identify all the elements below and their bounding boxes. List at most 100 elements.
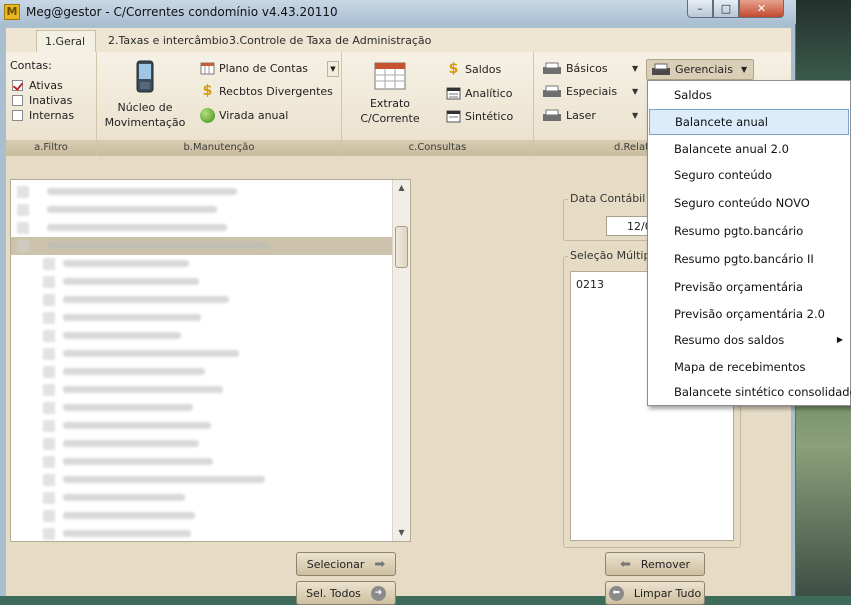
app-logo-icon: M xyxy=(4,4,20,20)
button-label: Selecionar xyxy=(306,557,365,571)
virada-anual-button[interactable]: Virada anual xyxy=(200,108,288,123)
plano-de-contas-button[interactable]: Plano de Contas xyxy=(200,61,308,76)
tree-row[interactable] xyxy=(11,255,393,273)
checkbox-label: Ativas xyxy=(29,79,63,92)
menu-item-resumo-pgto-bancario-ii[interactable]: Resumo pgto.bancário II xyxy=(649,246,849,272)
tab-taxas-intercambio[interactable]: 2.Taxas e intercâmbio xyxy=(108,34,229,47)
report-table-icon xyxy=(446,87,461,100)
tree-row[interactable] xyxy=(11,273,393,291)
group-label-manutencao: b.Manutenção xyxy=(97,140,341,156)
tree-row[interactable] xyxy=(11,327,393,345)
printer-icon xyxy=(652,63,670,75)
sel-todos-button[interactable]: Sel. Todos ➜ xyxy=(296,581,396,605)
button-label: Saldos xyxy=(465,63,502,76)
menu-item-saldos[interactable]: Saldos xyxy=(649,82,849,108)
group-label-consultas: c.Consultas xyxy=(342,140,533,156)
report-table-icon xyxy=(446,110,461,123)
tree-row[interactable] xyxy=(11,183,393,201)
table-grid-icon xyxy=(200,62,215,75)
tree-row-selected[interactable] xyxy=(11,237,393,255)
tree-row[interactable] xyxy=(11,453,393,471)
remover-button[interactable]: ⬅ Remover xyxy=(605,552,705,576)
condominium-tree[interactable]: ▲ ▼ xyxy=(10,179,411,542)
button-label: Limpar Tudo xyxy=(633,586,702,600)
minimize-button[interactable]: – xyxy=(687,0,713,18)
menu-item-mapa-recebimentos[interactable]: Mapa de recebimentos xyxy=(649,354,849,380)
tree-row[interactable] xyxy=(11,345,393,363)
dollar-icon: $ xyxy=(202,83,213,99)
menu-item-previsao-orcamentaria[interactable]: Previsão orçamentária xyxy=(649,274,849,300)
especiais-dropdown-icon[interactable]: ▼ xyxy=(632,87,638,96)
checkbox-label: Inativas xyxy=(29,94,73,107)
menu-item-seguro-conteudo[interactable]: Seguro conteúdo xyxy=(649,162,849,188)
list-item[interactable]: 0213 xyxy=(576,278,604,291)
tree-row[interactable] xyxy=(11,381,393,399)
tree-row[interactable] xyxy=(11,471,393,489)
menu-item-previsao-orcamentaria-2[interactable]: Previsão orçamentária 2.0 xyxy=(649,301,849,327)
big-button-label: Extrato C/Corrente xyxy=(360,97,420,125)
contas-label: Contas: xyxy=(10,59,52,72)
checkbox-label: Internas xyxy=(29,109,75,122)
button-label: Recbtos Divergentes xyxy=(219,85,333,98)
tree-row[interactable] xyxy=(11,417,393,435)
button-label: Gerenciais xyxy=(675,63,733,76)
close-button[interactable]: ✕ xyxy=(739,0,784,18)
gerenciais-button[interactable]: Gerenciais ▼ xyxy=(646,59,755,80)
tree-row[interactable] xyxy=(11,507,393,525)
tree-scrollbar[interactable]: ▲ ▼ xyxy=(392,180,410,541)
tab-geral[interactable]: 1.Geral xyxy=(36,30,97,52)
selecionar-button[interactable]: Selecionar ➡ xyxy=(296,552,396,576)
tree-row[interactable] xyxy=(11,309,393,327)
plano-contas-dropdown-arrow[interactable]: ▼ xyxy=(327,61,339,77)
menu-item-resumo-pgto-bancario[interactable]: Resumo pgto.bancário xyxy=(649,218,849,244)
gerenciais-dropdown-icon: ▼ xyxy=(740,65,748,74)
scroll-up-icon[interactable]: ▲ xyxy=(393,180,410,196)
checkbox-internas[interactable]: Internas xyxy=(12,109,74,122)
saldos-button[interactable]: $ Saldos xyxy=(446,61,502,77)
circle-arrow-right-icon: ➜ xyxy=(370,585,386,601)
group-manutencao: Núcleo de Movimentação Plano de Contas ▼… xyxy=(97,52,342,156)
tree-row[interactable] xyxy=(11,525,393,541)
extrato-ccorrente-button[interactable]: Extrato C/Corrente xyxy=(352,60,428,126)
green-orb-icon xyxy=(200,108,215,123)
button-label: Especiais xyxy=(566,85,618,98)
gerenciais-dropdown-menu: Saldos Balancete anual Balancete anual 2… xyxy=(647,80,851,406)
tree-row[interactable] xyxy=(11,363,393,381)
button-label: Laser xyxy=(566,109,596,122)
recbtos-divergentes-button[interactable]: $ Recbtos Divergentes xyxy=(200,84,333,99)
menu-item-balancete-sintetico-consolidado[interactable]: Balancete sintético consolidado xyxy=(649,379,851,405)
window-title: Meg@gestor - C/Correntes condomínio v4.4… xyxy=(26,5,338,19)
menu-item-balancete-anual-2[interactable]: Balancete anual 2.0 xyxy=(649,136,849,162)
scroll-down-icon[interactable]: ▼ xyxy=(393,525,410,541)
tree-row[interactable] xyxy=(11,219,393,237)
tab-strip: 1.Geral 2.Taxas e intercâmbio 3.Controle… xyxy=(6,28,791,53)
menu-item-label: Resumo dos saldos xyxy=(674,333,785,347)
dollar-icon: $ xyxy=(448,61,459,77)
laser-dropdown-icon[interactable]: ▼ xyxy=(632,111,638,120)
checkbox-empty-icon xyxy=(12,110,23,121)
laser-button[interactable]: Laser xyxy=(542,108,596,123)
button-label: Sel. Todos xyxy=(306,586,361,600)
tree-row[interactable] xyxy=(11,489,393,507)
especiais-button[interactable]: Especiais xyxy=(542,84,617,99)
button-label: Analítico xyxy=(465,87,513,100)
tab-controle-taxa-administracao[interactable]: 3.Controle de Taxa de Administração xyxy=(229,34,431,47)
printer-icon xyxy=(543,109,561,121)
tree-row[interactable] xyxy=(11,435,393,453)
checkbox-inativas[interactable]: Inativas xyxy=(12,94,72,107)
scroll-thumb[interactable] xyxy=(395,226,408,268)
sintetico-button[interactable]: Sintético xyxy=(446,109,513,124)
maximize-button[interactable]: □ xyxy=(713,0,739,18)
tree-row[interactable] xyxy=(11,399,393,417)
analitico-button[interactable]: Analítico xyxy=(446,86,513,101)
basicos-button[interactable]: Básicos xyxy=(542,61,608,76)
tree-row[interactable] xyxy=(11,201,393,219)
limpar-tudo-button[interactable]: ⬅ Limpar Tudo xyxy=(605,581,705,605)
menu-item-seguro-conteudo-novo[interactable]: Seguro conteúdo NOVO xyxy=(649,190,849,216)
basicos-dropdown-icon[interactable]: ▼ xyxy=(632,64,638,73)
menu-item-resumo-dos-saldos[interactable]: Resumo dos saldos ▶ xyxy=(649,327,849,353)
menu-item-balancete-anual[interactable]: Balancete anual xyxy=(649,109,849,135)
nucleo-movimentacao-button[interactable]: Núcleo de Movimentação xyxy=(103,60,187,130)
checkbox-ativas[interactable]: Ativas xyxy=(12,79,63,92)
tree-row[interactable] xyxy=(11,291,393,309)
